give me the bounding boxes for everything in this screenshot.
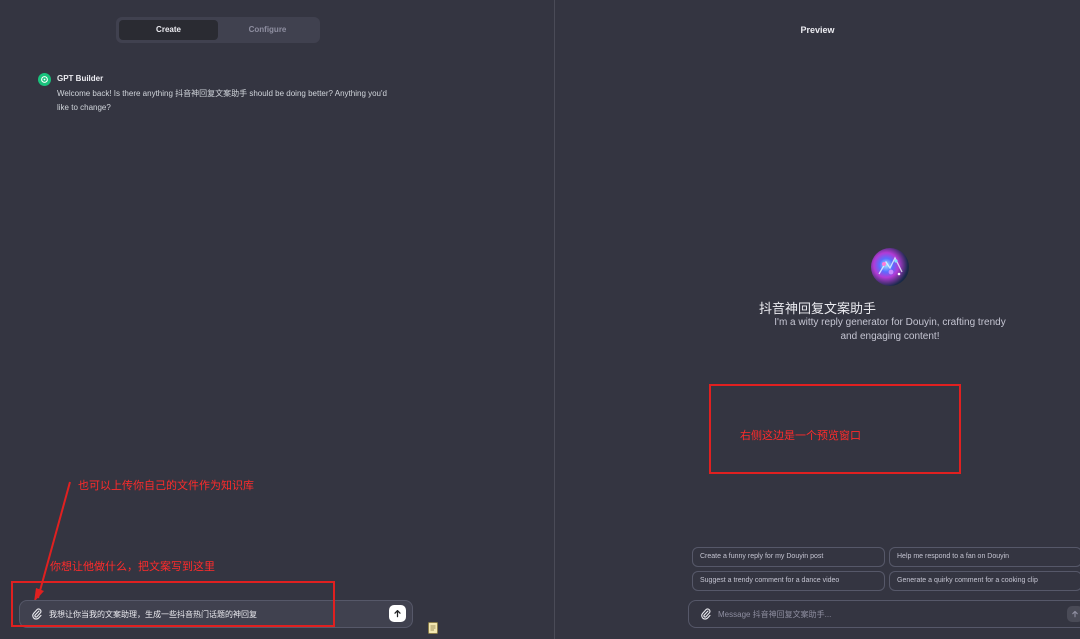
openai-logo-icon — [38, 73, 51, 86]
preview-hint-annotation: 右侧这边是一个预览窗口 — [740, 430, 861, 442]
gpt-description: I'm a witty reply generator for Douyin, … — [774, 317, 1006, 342]
builder-message-text: Welcome back! Is there anything 抖音神回复文案助… — [57, 89, 387, 112]
arrow-up-icon — [394, 609, 401, 618]
arrow-up-icon — [1072, 610, 1078, 618]
builder-pane: Create Configure GPT Builder Welcome bac… — [0, 0, 554, 639]
gpt-name: 抖音神回复文案助手 — [758, 301, 876, 316]
starter-button[interactable]: Suggest a trendy comment for a dance vid… — [692, 571, 885, 591]
tab-create[interactable]: Create — [119, 20, 218, 40]
starter-button[interactable]: Generate a quirky comment for a cooking … — [889, 571, 1080, 591]
mode-tabs: Create Configure — [116, 17, 320, 43]
upload-hint-annotation: 也可以上传你自己的文件作为知识库 — [78, 480, 254, 492]
tab-configure[interactable]: Configure — [218, 20, 317, 40]
gpt-avatar — [871, 248, 909, 286]
builder-name: GPT Builder — [57, 74, 104, 83]
send-button[interactable] — [389, 605, 406, 622]
composer-highlight-box — [11, 581, 335, 627]
preview-composer[interactable]: Message 抖音神回复文案助手... — [688, 600, 1080, 628]
starter-button[interactable]: Help me respond to a fan on Douyin — [889, 547, 1080, 567]
preview-title: Preview — [800, 25, 835, 35]
document-icon — [428, 622, 438, 634]
paperclip-icon[interactable] — [699, 607, 713, 621]
preview-pane: Preview 抖音神回复文案助手 I'm a witty reply gene… — [555, 0, 1080, 639]
starter-button[interactable]: Create a funny reply for my Douyin post — [692, 547, 885, 567]
preview-send-button[interactable] — [1067, 606, 1080, 622]
preview-message-input[interactable]: Message 抖音神回复文案助手... — [718, 609, 831, 620]
